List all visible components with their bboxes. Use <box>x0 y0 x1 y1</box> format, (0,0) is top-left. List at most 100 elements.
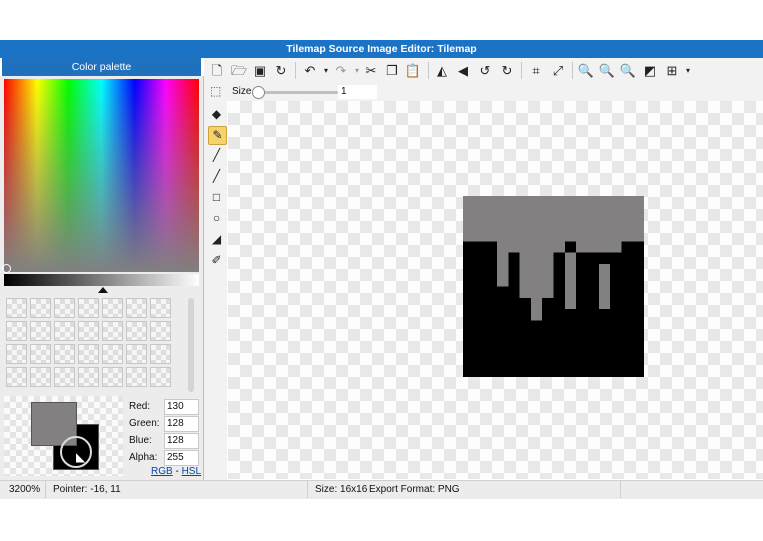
pixel[interactable] <box>474 241 486 253</box>
pixel[interactable] <box>463 241 475 253</box>
paste-icon[interactable]: 📋 <box>404 62 422 80</box>
pixel[interactable] <box>542 365 554 377</box>
pixel[interactable] <box>530 320 543 332</box>
pixel[interactable] <box>598 365 611 377</box>
pixel[interactable] <box>587 275 599 287</box>
color-swatch[interactable] <box>30 367 51 387</box>
pixel[interactable] <box>496 275 509 287</box>
pixel[interactable] <box>530 207 543 219</box>
pixel[interactable] <box>632 229 644 242</box>
pixel[interactable] <box>463 252 475 264</box>
pixel[interactable] <box>530 286 543 298</box>
color-swatch[interactable] <box>30 344 51 364</box>
pixel[interactable] <box>598 275 611 287</box>
rectangle-icon[interactable]: □ <box>208 189 225 206</box>
pixel[interactable] <box>530 297 543 310</box>
pixel[interactable] <box>508 241 520 253</box>
pixel[interactable] <box>485 252 497 264</box>
red-field[interactable]: 130 <box>164 399 199 415</box>
pixel[interactable] <box>621 354 633 366</box>
pixel[interactable] <box>553 354 565 366</box>
pixel[interactable] <box>598 229 611 242</box>
pixel[interactable] <box>463 309 475 321</box>
pixel[interactable] <box>496 365 509 377</box>
color-swatch[interactable] <box>102 321 123 341</box>
pixel[interactable] <box>519 331 531 344</box>
pixel[interactable] <box>632 343 644 355</box>
pixel[interactable] <box>485 354 497 366</box>
pixel[interactable] <box>463 365 475 377</box>
pixel[interactable] <box>632 320 644 332</box>
pixel[interactable] <box>496 196 509 208</box>
pixel[interactable] <box>485 207 497 219</box>
pixel[interactable] <box>632 196 644 208</box>
pixel[interactable] <box>508 229 520 242</box>
size-value-field[interactable]: 1 <box>338 85 377 99</box>
pixel[interactable] <box>508 309 520 321</box>
pixel[interactable] <box>474 320 486 332</box>
color-swatch[interactable] <box>78 367 99 387</box>
pixel[interactable] <box>564 275 577 287</box>
color-swatch[interactable] <box>102 367 123 387</box>
pixel[interactable] <box>519 354 531 366</box>
pixel[interactable] <box>542 263 554 276</box>
pixel[interactable] <box>496 252 509 264</box>
color-swatch[interactable] <box>30 321 51 341</box>
color-swatch[interactable] <box>150 321 171 341</box>
fill-bucket-icon[interactable]: ◢ <box>208 231 225 248</box>
pixel[interactable] <box>632 252 644 264</box>
pixel[interactable] <box>598 309 611 321</box>
pixel[interactable] <box>508 331 520 344</box>
pixel[interactable] <box>610 331 622 344</box>
pixel[interactable] <box>542 309 554 321</box>
pixel[interactable] <box>587 229 599 242</box>
pixel[interactable] <box>542 343 554 355</box>
pixel[interactable] <box>519 241 531 253</box>
pixel[interactable] <box>610 297 622 310</box>
alpha-field[interactable]: 255 <box>164 450 199 466</box>
pixel[interactable] <box>496 207 509 219</box>
pixel[interactable] <box>632 263 644 276</box>
pixel[interactable] <box>508 354 520 366</box>
pencil-icon[interactable]: ✎ <box>208 126 227 145</box>
pixel[interactable] <box>463 343 475 355</box>
pixel[interactable] <box>621 252 633 264</box>
pixel[interactable] <box>542 286 554 298</box>
blue-field[interactable]: 128 <box>164 433 199 449</box>
pixel[interactable] <box>598 286 611 298</box>
pixel[interactable] <box>632 286 644 298</box>
pixel[interactable] <box>564 207 577 219</box>
pixel[interactable] <box>610 196 622 208</box>
size-slider-handle[interactable] <box>252 86 265 99</box>
pixel[interactable] <box>621 320 633 332</box>
pixel[interactable] <box>610 241 622 253</box>
pixel[interactable] <box>463 354 475 366</box>
pixel[interactable] <box>598 354 611 366</box>
pixel[interactable] <box>519 297 531 310</box>
pixel[interactable] <box>576 354 588 366</box>
flip-vertical-icon[interactable]: ◀ <box>454 62 472 80</box>
color-swatch[interactable] <box>78 344 99 364</box>
pixel[interactable] <box>474 286 486 298</box>
pixel[interactable] <box>463 286 475 298</box>
pixel[interactable] <box>610 207 622 219</box>
pixel[interactable] <box>598 343 611 355</box>
pixel[interactable] <box>621 343 633 355</box>
line-icon[interactable]: ╱ <box>208 168 225 185</box>
pixel[interactable] <box>576 286 588 298</box>
cut-icon[interactable]: ✂ <box>362 62 380 80</box>
pixel[interactable] <box>542 241 554 253</box>
pixel[interactable] <box>621 229 633 242</box>
pixel[interactable] <box>576 309 588 321</box>
pixel[interactable] <box>632 309 644 321</box>
pixel[interactable] <box>474 309 486 321</box>
color-swatch[interactable] <box>6 298 27 318</box>
color-swatch[interactable] <box>6 367 27 387</box>
pixel[interactable] <box>530 196 543 208</box>
zoom-out-icon[interactable]: 🔍 <box>598 62 616 80</box>
pixel[interactable] <box>485 241 497 253</box>
pixel[interactable] <box>564 320 577 332</box>
pixel[interactable] <box>553 331 565 344</box>
color-swatch[interactable] <box>126 367 147 387</box>
pixel[interactable] <box>576 196 588 208</box>
